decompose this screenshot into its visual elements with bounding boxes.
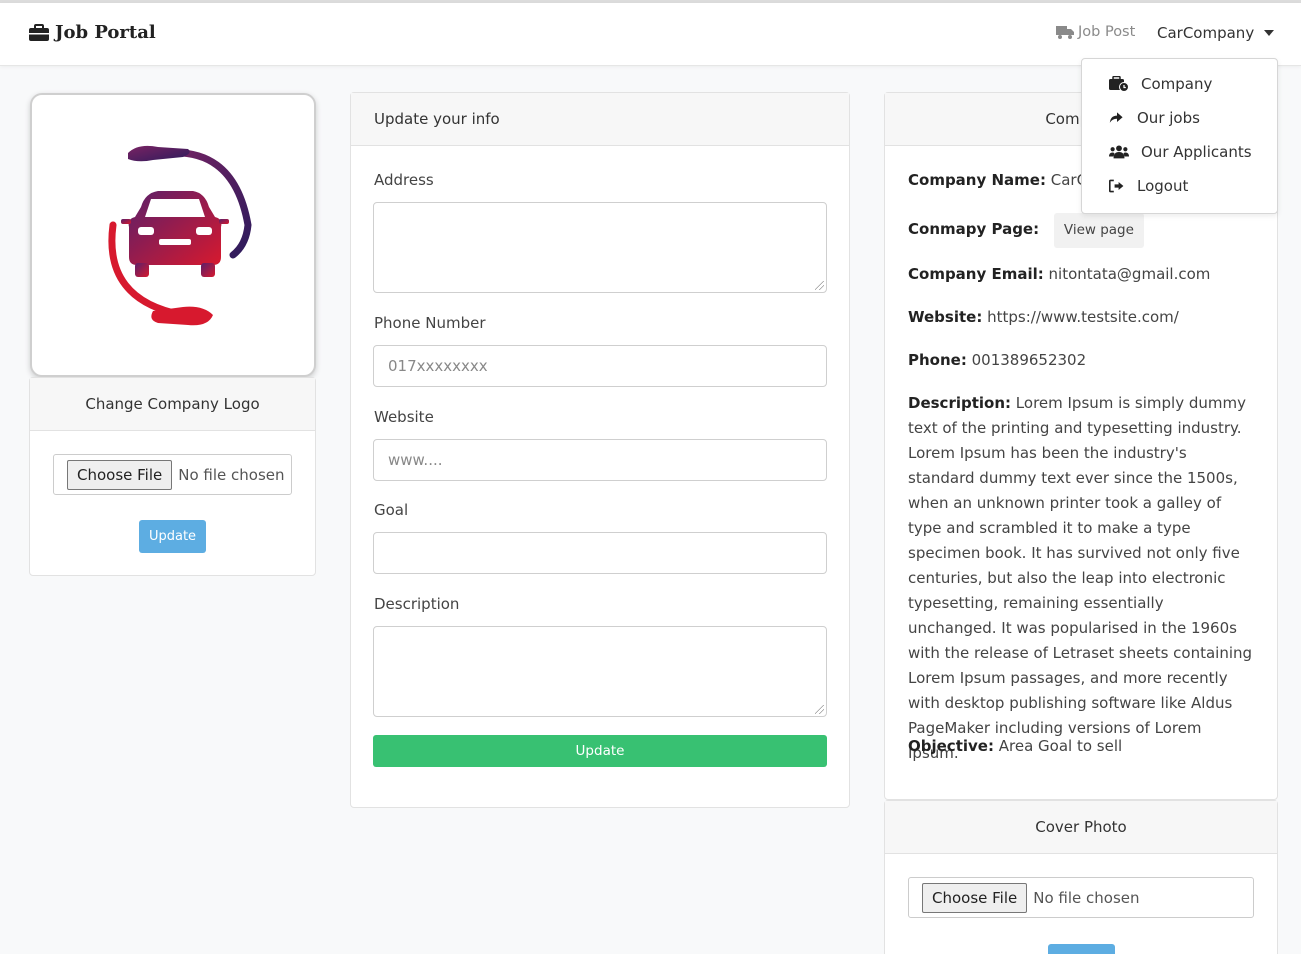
navbar: Job Portal Job Post CarCompany xyxy=(0,3,1301,66)
description-textarea[interactable] xyxy=(373,626,827,717)
cover-photo-card: Cover Photo Choose File No file chosen xyxy=(884,800,1278,954)
user-tie-icon xyxy=(1109,76,1129,92)
company-name-row: Company Name: CarCompany xyxy=(908,168,1088,193)
dropdown-item-company[interactable]: Company xyxy=(1109,75,1212,93)
logo-update-button[interactable]: Update xyxy=(139,520,206,553)
company-website-row: Website: https://www.testsite.com/ xyxy=(908,305,1253,330)
company-phone-value: 001389652302 xyxy=(971,351,1087,369)
company-page-row: Conmapy Page: View page xyxy=(908,213,1253,248)
address-label: Address xyxy=(374,171,434,189)
user-menu-toggle[interactable]: CarCompany xyxy=(1157,24,1275,42)
company-email-value: nitontata@gmail.com xyxy=(1048,265,1211,283)
company-phone-label: Phone: xyxy=(908,351,967,369)
briefcase-icon xyxy=(29,23,49,41)
share-icon xyxy=(1109,112,1123,123)
update-info-card: Update your info Address Phone Number 01… xyxy=(350,92,850,808)
update-info-header: Update your info xyxy=(351,93,849,146)
info-update-button[interactable]: Update xyxy=(373,735,827,767)
cover-photo-header: Cover Photo xyxy=(885,801,1277,854)
goal-input[interactable] xyxy=(373,532,827,574)
nav-job-post[interactable]: Job Post xyxy=(1056,24,1135,40)
website-placeholder: www.... xyxy=(388,451,443,469)
cover-file-status: No file chosen xyxy=(1033,888,1140,907)
car-hands-logo-image xyxy=(108,145,252,326)
logo-file-input[interactable]: Choose File No file chosen xyxy=(53,454,292,495)
company-email-row: Company Email: nitontata@gmail.com xyxy=(908,262,1253,287)
phone-placeholder: 017xxxxxxxx xyxy=(388,357,488,375)
company-name-label: Company Name: xyxy=(908,171,1046,189)
resize-handle-icon[interactable] xyxy=(815,281,824,290)
company-page-label: Conmapy Page: xyxy=(908,220,1040,238)
change-logo-card: Change Company Logo Choose File No file … xyxy=(29,377,316,576)
logo-file-status: No file chosen xyxy=(178,465,285,484)
user-menu-label: CarCompany xyxy=(1157,24,1255,42)
company-objective-value: Area Goal to sell xyxy=(998,737,1123,755)
company-website-value: https://www.testsite.com/ xyxy=(987,308,1179,326)
nav-job-post-label: Job Post xyxy=(1078,24,1136,40)
update-info-title: Update your info xyxy=(374,110,500,128)
dropdown-item-our-applicants[interactable]: Our Applicants xyxy=(1109,143,1252,161)
brand-link[interactable]: Job Portal xyxy=(29,22,156,43)
company-phone-row: Phone: 001389652302 xyxy=(908,348,1253,373)
dropdown-item-company-label: Company xyxy=(1141,75,1213,93)
cover-choose-file-button[interactable]: Choose File xyxy=(922,882,1028,913)
brand-text: Job Portal xyxy=(55,22,156,43)
dropdown-item-our-applicants-label: Our Applicants xyxy=(1141,143,1252,161)
dropdown-item-logout[interactable]: Logout xyxy=(1109,177,1188,195)
company-objective-label: Objective: xyxy=(908,737,994,755)
logo-choose-file-button[interactable]: Choose File xyxy=(67,459,173,490)
view-page-button[interactable]: View page xyxy=(1053,213,1144,248)
description-label: Description xyxy=(374,595,460,613)
dropdown-item-our-jobs-label: Our jobs xyxy=(1137,109,1200,127)
dropdown-item-our-jobs[interactable]: Our jobs xyxy=(1109,109,1200,127)
website-input[interactable]: www.... xyxy=(373,439,827,481)
user-dropdown-menu: Company Our jobs Our Applicants Logout xyxy=(1081,58,1278,214)
company-description-row: Description: Lorem Ipsum is simply dummy… xyxy=(908,391,1253,766)
company-objective-row: Objective: Area Goal to sell xyxy=(908,734,1253,759)
truck-icon xyxy=(1056,26,1074,39)
goal-label: Goal xyxy=(374,501,409,519)
company-email-label: Company Email: xyxy=(908,265,1044,283)
cover-update-button[interactable] xyxy=(1048,944,1115,954)
sign-out-icon xyxy=(1109,179,1124,193)
website-label: Website xyxy=(374,408,434,426)
company-description-label: Description: xyxy=(908,394,1012,412)
resize-handle-icon[interactable] xyxy=(815,705,824,714)
cover-file-input[interactable]: Choose File No file chosen xyxy=(908,877,1254,918)
users-icon xyxy=(1109,145,1129,159)
cover-photo-title: Cover Photo xyxy=(1035,818,1127,836)
change-logo-title: Change Company Logo xyxy=(85,395,260,413)
company-logo xyxy=(30,93,316,377)
dropdown-item-logout-label: Logout xyxy=(1137,177,1189,195)
change-logo-header: Change Company Logo xyxy=(30,378,315,431)
address-textarea[interactable] xyxy=(373,202,827,293)
company-description-value: Lorem Ipsum is simply dummy text of the … xyxy=(908,394,1253,762)
phone-input[interactable]: 017xxxxxxxx xyxy=(373,345,827,387)
caret-down-icon xyxy=(1264,30,1275,36)
company-website-label: Website: xyxy=(908,308,983,326)
phone-label: Phone Number xyxy=(374,314,486,332)
